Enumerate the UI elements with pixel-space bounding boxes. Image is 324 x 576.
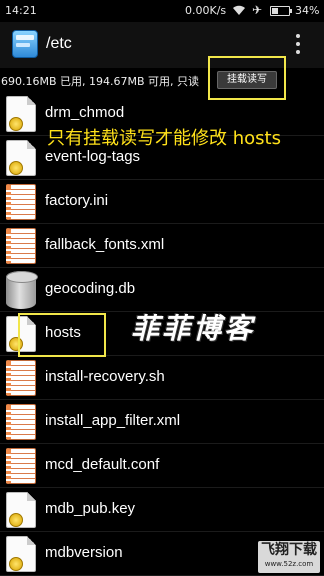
current-path: /etc bbox=[46, 35, 72, 52]
lock-badge-icon bbox=[9, 557, 23, 571]
file-manager-icon[interactable] bbox=[12, 30, 38, 58]
lock-badge-icon bbox=[9, 117, 23, 131]
lined-doc-icon bbox=[6, 360, 36, 396]
wifi-icon bbox=[233, 5, 245, 15]
lock-badge-icon bbox=[9, 513, 23, 527]
lined-doc-icon bbox=[6, 404, 36, 440]
file-row[interactable]: factory.ini bbox=[0, 180, 324, 224]
lined-doc-icon bbox=[6, 184, 36, 220]
mount-button-highlight bbox=[208, 56, 286, 100]
site-url: www.52z.com bbox=[264, 560, 314, 568]
annotation-note: 只有挂载读写才能修改 hosts bbox=[47, 128, 281, 149]
battery-icon bbox=[270, 6, 292, 16]
file-name: event-log-tags bbox=[45, 148, 141, 165]
file-row[interactable]: mcd_default.conf bbox=[0, 444, 324, 488]
hosts-highlight bbox=[18, 313, 106, 357]
file-name: geocoding.db bbox=[45, 280, 136, 297]
file-row[interactable]: mdb_pub.key bbox=[0, 488, 324, 532]
status-bar: 14:21 0.00K/s ✈ 34% bbox=[0, 0, 324, 22]
watermark-text: 菲菲博客 bbox=[131, 312, 256, 345]
status-time: 14:21 bbox=[5, 4, 37, 17]
battery-percent: 34% bbox=[295, 4, 320, 17]
lined-doc-icon bbox=[6, 448, 36, 484]
file-row[interactable]: install_app_filter.xml bbox=[0, 400, 324, 444]
file-name: fallback_fonts.xml bbox=[45, 236, 165, 253]
file-name: mdb_pub.key bbox=[45, 500, 136, 517]
doc-icon bbox=[6, 536, 36, 572]
site-logo: 飞翔下载 www.52z.com bbox=[258, 541, 320, 573]
lock-badge-icon bbox=[9, 161, 23, 175]
lined-doc-icon bbox=[6, 228, 36, 264]
file-row[interactable]: geocoding.db bbox=[0, 268, 324, 312]
doc-icon bbox=[6, 96, 36, 132]
file-row[interactable]: install-recovery.sh bbox=[0, 356, 324, 400]
file-name: factory.ini bbox=[45, 192, 109, 209]
storage-usage: 690.16MB 已用, 194.67MB 可用, 只读 bbox=[1, 75, 200, 88]
file-name: mdbversion bbox=[45, 544, 123, 561]
file-name: mcd_default.conf bbox=[45, 456, 160, 473]
site-logo-text: 飞翔下载 bbox=[261, 542, 317, 558]
file-name: drm_chmod bbox=[45, 104, 125, 121]
database-icon bbox=[6, 271, 38, 309]
overflow-menu-icon[interactable] bbox=[292, 32, 304, 56]
file-row[interactable]: fallback_fonts.xml bbox=[0, 224, 324, 268]
doc-icon bbox=[6, 140, 36, 176]
airplane-icon: ✈ bbox=[252, 3, 263, 17]
doc-icon bbox=[6, 492, 36, 528]
file-name: install_app_filter.xml bbox=[45, 412, 181, 429]
file-name: install-recovery.sh bbox=[45, 368, 165, 385]
network-speed: 0.00K/s bbox=[185, 4, 227, 17]
